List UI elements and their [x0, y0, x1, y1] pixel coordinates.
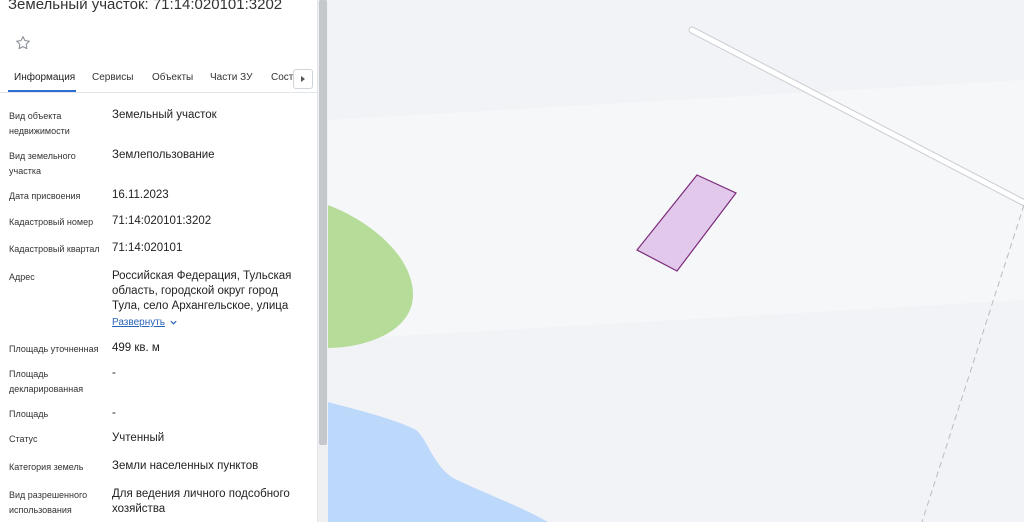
field-label-cadastral-block: Кадастровый квартал: [9, 244, 100, 254]
info-panel: Земельный участок: 71:14:020101:3202 Инф…: [0, 0, 317, 522]
field-label-cadastral-number: Кадастровый номер: [9, 217, 94, 227]
field-value-parcel-type: Землепользование: [112, 149, 215, 161]
field-value-permitted-use: Для ведения личного подсобного хозяйства: [112, 488, 290, 515]
tab-bar: Информация Сервисы Объекты Части ЗУ Сост…: [0, 62, 317, 93]
field-label-address: Адрес: [9, 272, 35, 282]
tab-information[interactable]: Информация: [14, 72, 75, 83]
app-window: Земельный участок: 71:14:020101:3202 Инф…: [0, 0, 1024, 522]
field-label-area-specified: Площадь уточненная: [9, 344, 99, 354]
tab-parcel-parts[interactable]: Части ЗУ: [210, 72, 252, 83]
tab-services[interactable]: Сервисы: [92, 72, 133, 83]
map-layers: [328, 26, 1024, 522]
expand-link-label: Развернуть: [112, 317, 166, 328]
field-value-object-type: Земельный участок: [112, 109, 217, 121]
panel-title: Земельный участок: 71:14:020101:3202: [8, 0, 283, 13]
field-label-land-category: Категория земель: [9, 462, 84, 472]
active-tab-indicator: [8, 90, 76, 92]
field-value-land-category: Земли населенных пунктов: [112, 460, 259, 472]
field-value-area: -: [112, 407, 116, 419]
field-label-permitted-use: Вид разрешенного использования: [9, 490, 88, 515]
map-canvas[interactable]: [328, 0, 1024, 522]
field-value-area-declared: -: [112, 367, 116, 379]
tab-objects[interactable]: Объекты: [152, 72, 193, 83]
field-label-parcel-type: Вид земельного участка: [9, 151, 76, 176]
panel-scrollbar-thumb[interactable]: [319, 0, 327, 445]
field-label-object-type: Вид объекта недвижимости: [9, 111, 70, 136]
field-value-assigned-date: 16.11.2023: [112, 189, 169, 201]
water-area[interactable]: [328, 402, 548, 522]
chevron-right-icon: [301, 76, 305, 82]
field-label-area-declared: Площадь декларированная: [9, 369, 84, 394]
chevron-down-icon: [170, 320, 177, 325]
star-outline-icon[interactable]: [14, 34, 32, 52]
field-value-cadastral-block: 71:14:020101: [112, 242, 183, 254]
field-value-cadastral-number: 71:14:020101:3202: [112, 215, 212, 227]
field-label-area: Площадь: [9, 409, 49, 419]
tab-scroll-right-button[interactable]: [293, 69, 313, 89]
field-label-status: Статус: [9, 434, 38, 444]
field-value-area-specified: 499 кв. м: [112, 342, 160, 354]
field-label-assigned-date: Дата присвоения: [9, 191, 81, 201]
field-value-status: Учтенный: [112, 432, 165, 444]
field-value-address: Российская Федерация, Тульская область, …: [112, 270, 292, 312]
expand-address-link[interactable]: Развернуть: [112, 317, 178, 328]
